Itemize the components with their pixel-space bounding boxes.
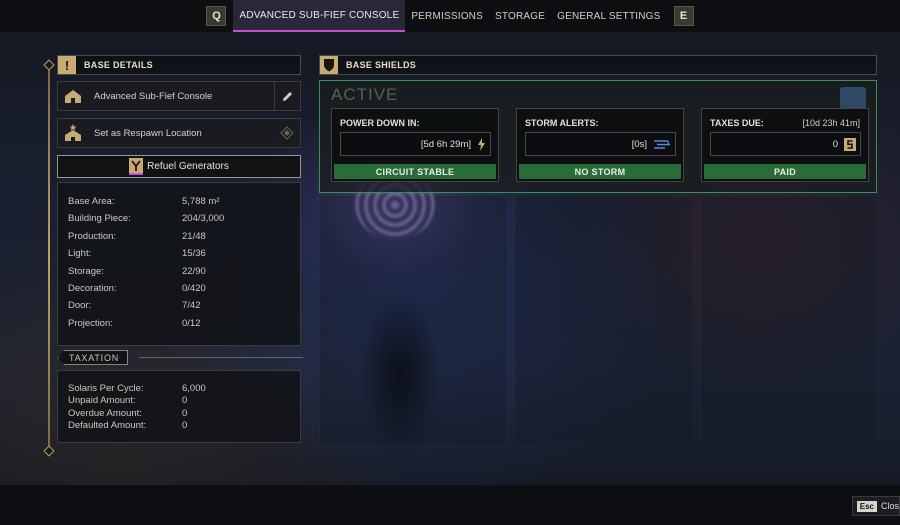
shield-icon bbox=[320, 56, 338, 74]
tax-row: Solaris Per Cycle: 6,000 bbox=[68, 383, 206, 394]
taxes-due-timer: [10d 23h 41m] bbox=[802, 118, 860, 128]
respawn-label: Set as Respawn Location bbox=[94, 127, 202, 139]
stat-row: Production: 21/48 bbox=[68, 231, 206, 242]
card-value: 0 bbox=[710, 132, 861, 156]
rename-button[interactable] bbox=[274, 82, 300, 110]
prev-tab-key[interactable]: Q bbox=[206, 6, 227, 26]
taxation-divider bbox=[139, 357, 303, 358]
tab-general-settings[interactable]: GENERAL SETTINGS bbox=[551, 0, 666, 32]
respawn-row[interactable]: Set as Respawn Location bbox=[57, 118, 301, 148]
base-details-title: BASE DETAILS bbox=[84, 60, 153, 70]
stat-row: Light: 15/36 bbox=[68, 248, 206, 259]
background-panel-mid bbox=[514, 195, 694, 445]
left-rail bbox=[48, 66, 50, 452]
shield-state: ACTIVE bbox=[331, 85, 399, 104]
respawn-toggle[interactable] bbox=[274, 119, 300, 147]
background-panel-right bbox=[700, 195, 877, 445]
alert-icon: ! bbox=[58, 56, 76, 74]
next-tab-key[interactable]: E bbox=[673, 6, 694, 26]
card-title: TAXES DUE: bbox=[710, 118, 764, 128]
card-title: POWER DOWN IN: bbox=[340, 118, 420, 128]
taxes-due-card: TAXES DUE: [10d 23h 41m] 0 PAID bbox=[701, 108, 869, 182]
taxation-panel: Solaris Per Cycle: 6,000 Unpaid Amount: 0 … bbox=[57, 370, 301, 443]
card-value: [5d 6h 29m] bbox=[340, 132, 491, 156]
card-status: PAID bbox=[704, 164, 866, 179]
lightning-icon bbox=[477, 137, 486, 151]
respawn-house-icon bbox=[58, 119, 88, 147]
tax-row: Overdue Amount: 0 bbox=[68, 408, 188, 419]
base-shields-header: BASE SHIELDS bbox=[319, 55, 877, 75]
diamond-icon bbox=[280, 126, 294, 140]
stat-row: Building Piece: 204/3,000 bbox=[68, 213, 225, 224]
console-name-row: Advanced Sub-Fief Console bbox=[57, 81, 301, 111]
card-status: NO STORM bbox=[519, 164, 681, 179]
stat-row: Projection: 0/12 bbox=[68, 318, 201, 329]
stat-row: Decoration: 0/420 bbox=[68, 283, 206, 294]
base-details-header: ! BASE DETAILS bbox=[57, 55, 301, 75]
top-nav-bar: Q ADVANCED SUB-FIEF CONSOLE PERMISSIONS … bbox=[0, 0, 900, 32]
storm-icon bbox=[653, 139, 671, 150]
close-button[interactable]: Esc Close bbox=[851, 496, 900, 516]
tab-storage[interactable]: STORAGE bbox=[489, 0, 551, 32]
esc-key: Esc bbox=[856, 500, 877, 512]
card-value: [0s] bbox=[525, 132, 676, 156]
close-label: Close bbox=[881, 501, 899, 511]
top-nav: Q ADVANCED SUB-FIEF CONSOLE PERMISSIONS … bbox=[199, 0, 700, 32]
tax-row: Defaulted Amount: 0 bbox=[68, 420, 188, 431]
taxation-header: TAXATION bbox=[58, 350, 129, 365]
power-down-card: POWER DOWN IN: [5d 6h 29m] CIRCUIT STABL… bbox=[331, 108, 499, 182]
house-icon bbox=[58, 82, 88, 110]
stat-row: Storage: 22/90 bbox=[68, 266, 206, 277]
card-status: CIRCUIT STABLE bbox=[334, 164, 496, 179]
storm-alerts-card: STORM ALERTS: [0s] NO STORM bbox=[516, 108, 684, 182]
panel-scrollbar[interactable] bbox=[840, 87, 866, 109]
pencil-icon bbox=[283, 91, 292, 101]
background-figure bbox=[355, 290, 445, 460]
tab-advanced-sub-fief-console[interactable]: ADVANCED SUB-FIEF CONSOLE bbox=[233, 0, 406, 32]
base-shields-title: BASE SHIELDS bbox=[346, 60, 417, 70]
card-title: STORM ALERTS: bbox=[525, 118, 599, 128]
refuel-generators-button[interactable]: Refuel Generators bbox=[57, 155, 301, 178]
stat-row: Base Area: 5,788 m² bbox=[68, 196, 220, 207]
bottom-bar bbox=[0, 485, 900, 525]
base-shields-panel: ACTIVE POWER DOWN IN: [5d 6h 29m] CIRCUI… bbox=[319, 80, 877, 193]
solari-icon bbox=[844, 137, 856, 151]
tab-permissions[interactable]: PERMISSIONS bbox=[405, 0, 489, 32]
fuel-icon bbox=[129, 158, 144, 175]
console-name: Advanced Sub-Fief Console bbox=[94, 90, 213, 102]
stat-row: Door: 7/42 bbox=[68, 300, 201, 311]
tax-row: Unpaid Amount: 0 bbox=[68, 395, 188, 406]
base-stats-panel: Base Area: 5,788 m² Building Piece: 204/3,… bbox=[57, 182, 301, 346]
refuel-label: Refuel Generators bbox=[147, 161, 229, 172]
rail-diamond-bottom bbox=[43, 445, 55, 457]
rail-diamond-top bbox=[43, 59, 55, 71]
